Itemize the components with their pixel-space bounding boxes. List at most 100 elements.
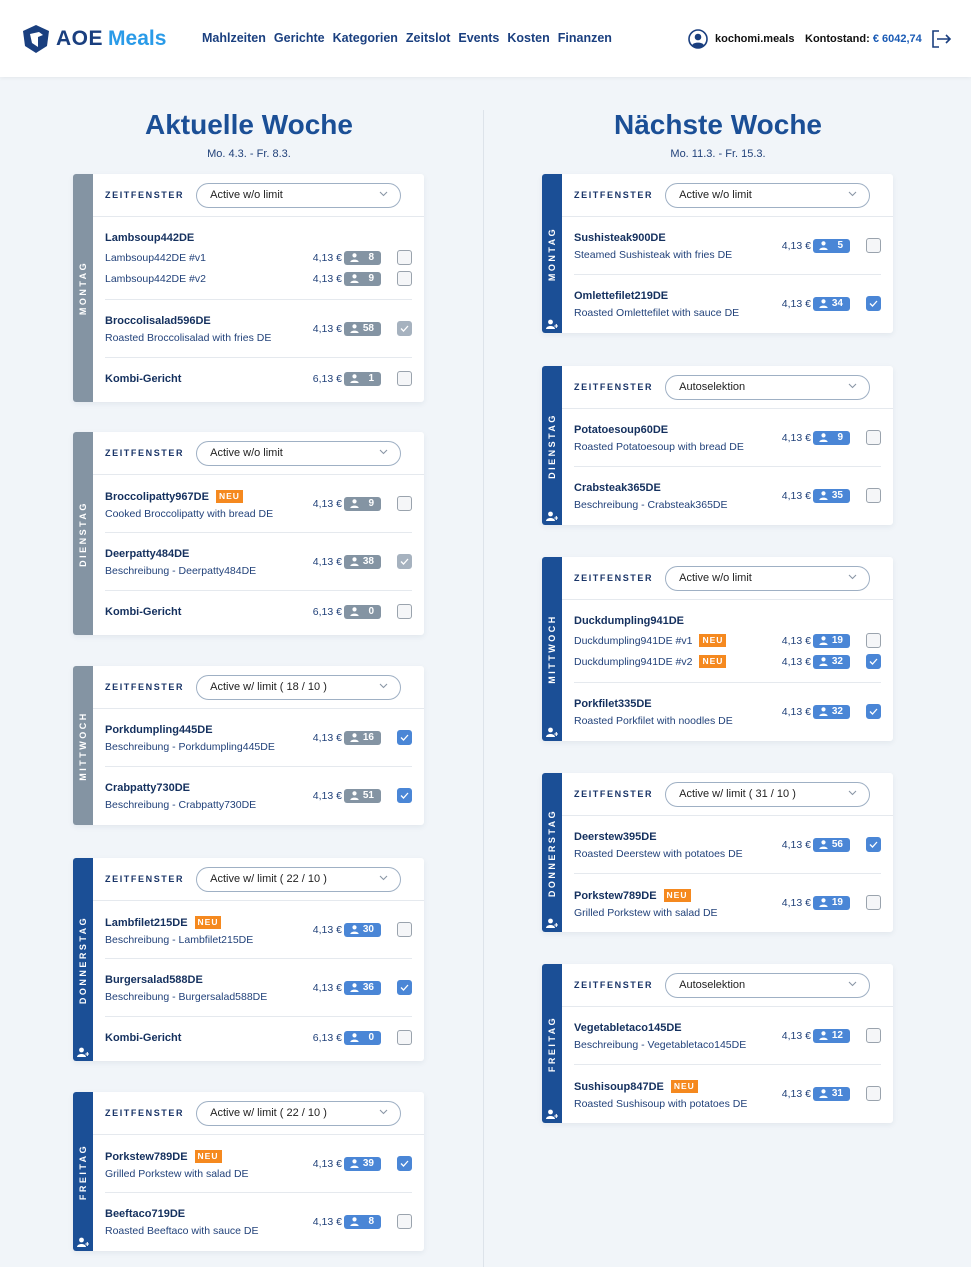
meal-title: Porkdumpling445DE (105, 724, 213, 736)
participant-count-badge: 9 (344, 271, 381, 286)
price-count-group: 4,13 € 19 (782, 633, 881, 648)
add-participant-icon[interactable] (546, 1106, 559, 1119)
meal-checkbox[interactable] (397, 922, 412, 937)
slot-select[interactable]: Active w/ limit ( 22 / 10 ) (196, 1100, 402, 1126)
meal-price: 4,13 € (781, 297, 811, 310)
meal-checkbox[interactable] (397, 980, 412, 995)
meal-item: Crabsteak365DE Beschreibung - Crabsteak36… (574, 467, 881, 525)
price-count-group: 4,13 € 9 (782, 430, 881, 445)
slot-select[interactable]: Autoselektion (665, 374, 871, 400)
check-icon (400, 734, 409, 741)
meal-checkbox[interactable] (397, 496, 412, 511)
nav-finanzen[interactable]: Finanzen (558, 31, 612, 45)
add-participant-icon[interactable] (546, 915, 559, 928)
nav-events[interactable]: Events (458, 31, 499, 45)
meal-checkbox[interactable] (866, 296, 881, 311)
slot-select[interactable]: Active w/o limit (196, 182, 402, 208)
participant-count-badge: 0 (344, 604, 381, 619)
meal-checkbox[interactable] (397, 730, 412, 745)
slot-select[interactable]: Active w/ limit ( 18 / 10 ) (196, 674, 402, 700)
participant-count-badge: 32 (813, 704, 850, 719)
day-sidebar: MITTWOCH (73, 666, 93, 825)
meal-item: Omlettefilet219DE Roasted Omlettefilet wi… (574, 275, 881, 333)
new-badge: NEU (194, 1150, 222, 1163)
slot-select-value: Autoselektion (679, 979, 746, 991)
logo-aoe-text: AOE (56, 27, 104, 50)
meal-item: Deerpatty484DE Beschreibung - Deerpatty48… (105, 533, 412, 591)
slot-header: ZEITFENSTER Active w/ limit ( 31 / 10 ) (562, 773, 893, 816)
week-date-range: Mo. 4.3. - Fr. 8.3. (207, 148, 291, 160)
meal-list: Duckdumpling941DE Duckdumpling941DE #v1 NE… (574, 600, 881, 741)
add-participant-icon[interactable] (77, 1044, 90, 1057)
slot-select[interactable]: Autoselektion (665, 972, 871, 998)
participant-count: 34 (831, 298, 843, 309)
username: kochomi.meals (715, 33, 795, 45)
price-count-group: 4,13 € 39 (313, 1156, 412, 1171)
meal-checkbox[interactable] (866, 238, 881, 253)
meal-checkbox[interactable] (397, 788, 412, 803)
participant-count: 56 (831, 839, 843, 850)
meal-title: Kombi-Gericht (105, 373, 182, 385)
meal-checkbox[interactable] (397, 371, 412, 386)
nav-kosten[interactable]: Kosten (507, 31, 549, 45)
meal-checkbox[interactable] (397, 1156, 412, 1171)
slot-header: ZEITFENSTER Autoselektion (562, 366, 893, 409)
participant-count: 0 (368, 606, 374, 617)
person-icon (819, 898, 828, 907)
user-menu[interactable]: kochomi.meals (688, 29, 794, 49)
meal-checkbox[interactable] (866, 895, 881, 910)
meal-checkbox[interactable] (397, 271, 412, 286)
day-card: MONTAG ZEITFENSTER Active w/o limit Lambsou… (73, 174, 424, 402)
slot-select[interactable]: Active w/ limit ( 31 / 10 ) (665, 781, 871, 807)
nav-zeitslot[interactable]: Zeitslot (406, 31, 450, 45)
new-badge: NEU (699, 634, 727, 647)
meal-checkbox[interactable] (866, 704, 881, 719)
add-participant-icon[interactable] (546, 724, 559, 737)
meal-checkbox[interactable] (397, 1030, 412, 1045)
person-icon (350, 607, 359, 616)
slot-select[interactable]: Active w/ limit ( 22 / 10 ) (196, 866, 402, 892)
meal-checkbox[interactable] (397, 604, 412, 619)
participant-count-badge: 51 (344, 788, 381, 803)
participant-count-badge: 0 (344, 1030, 381, 1045)
participant-count: 38 (362, 556, 374, 567)
zeitfenster-label: ZEITFENSTER (574, 789, 654, 799)
meal-title-row: Duckdumpling941DE (574, 615, 881, 627)
meal-title: Deerpatty484DE (105, 548, 190, 560)
meal-checkbox[interactable] (866, 430, 881, 445)
zeitfenster-label: ZEITFENSTER (574, 980, 654, 990)
slot-select[interactable]: Active w/o limit (196, 440, 402, 466)
meal-checkbox[interactable] (866, 1028, 881, 1043)
app-logo[interactable]: AOE Meals (22, 24, 166, 54)
add-participant-icon[interactable] (546, 316, 559, 329)
meal-checkbox[interactable] (866, 488, 881, 503)
meal-list: Vegetabletaco145DE Beschreibung - Vegetab… (574, 1007, 881, 1123)
meal-list: Porkstew789DE NEU Grilled Porkstew with sa… (105, 1135, 412, 1251)
user-avatar-icon (688, 29, 708, 49)
balance-label: Kontostand: (805, 33, 870, 45)
participant-count: 32 (831, 706, 843, 717)
meal-checkbox[interactable] (866, 837, 881, 852)
slot-select[interactable]: Active w/o limit (665, 565, 871, 591)
slot-header: ZEITFENSTER Active w/o limit (562, 174, 893, 217)
logout-icon[interactable] (931, 30, 952, 48)
meal-list: Potatoesoup60DE Roasted Potatoesoup with … (574, 409, 881, 525)
slot-select-value: Active w/o limit (679, 572, 752, 584)
slot-header: ZEITFENSTER Active w/ limit ( 18 / 10 ) (93, 666, 424, 709)
nav-gerichte[interactable]: Gerichte (274, 31, 325, 45)
meal-checkbox[interactable] (866, 654, 881, 669)
participant-count-badge: 34 (813, 296, 850, 311)
add-participant-icon[interactable] (546, 508, 559, 521)
meal-title: Crabpatty730DE (105, 782, 190, 794)
nav-mahlzeiten[interactable]: Mahlzeiten (202, 31, 266, 45)
meal-checkbox[interactable] (866, 1086, 881, 1101)
new-badge: NEU (215, 490, 243, 503)
meal-checkbox[interactable] (397, 1214, 412, 1229)
meal-checkbox[interactable] (866, 633, 881, 648)
check-icon (400, 1160, 409, 1167)
slot-select[interactable]: Active w/o limit (665, 182, 871, 208)
meal-checkbox[interactable] (397, 250, 412, 265)
add-participant-icon[interactable] (77, 1234, 90, 1247)
nav-kategorien[interactable]: Kategorien (333, 31, 398, 45)
meal-list: Sushisteak900DE Steamed Sushisteak with f… (574, 217, 881, 333)
